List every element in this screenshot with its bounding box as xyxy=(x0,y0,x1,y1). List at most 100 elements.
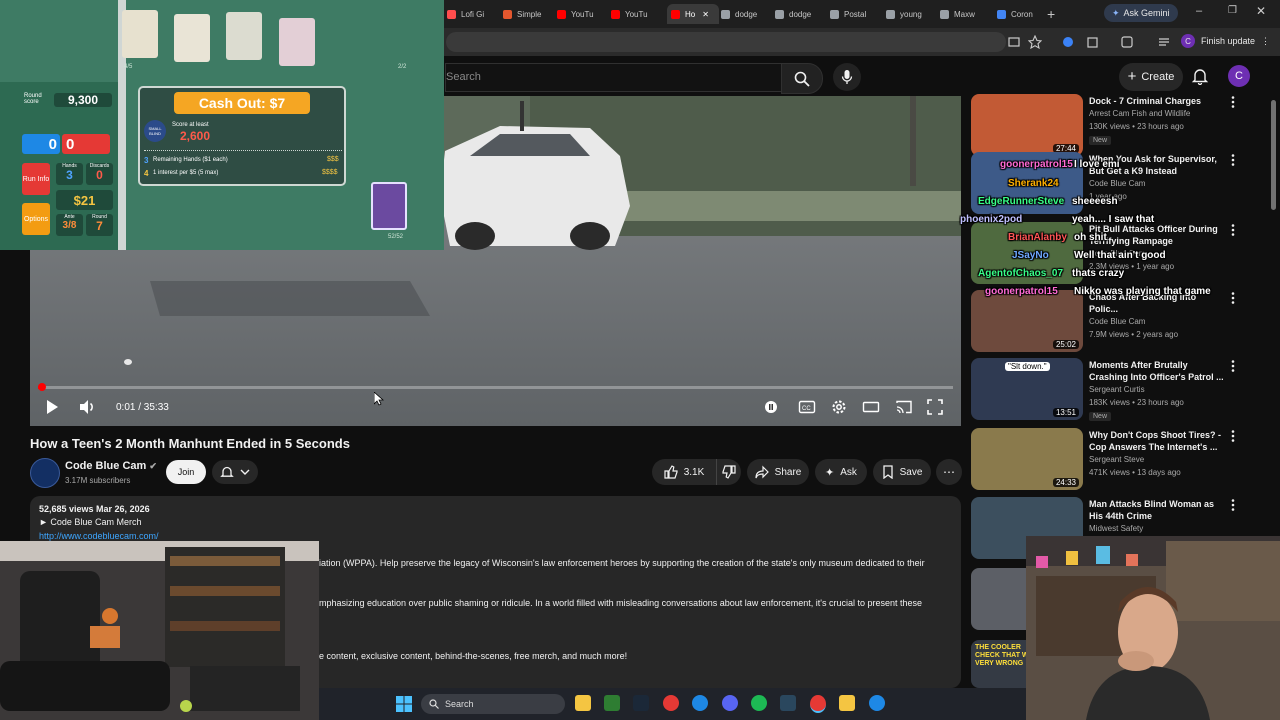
cash-out-button[interactable]: Cash Out: $7 xyxy=(174,92,310,114)
edge-icon[interactable] xyxy=(692,695,708,711)
tab-search-icon[interactable] xyxy=(1120,35,1134,49)
spotify-icon[interactable] xyxy=(751,695,767,711)
browser-tab[interactable]: YouTu xyxy=(557,4,605,24)
more-options-icon[interactable] xyxy=(1230,498,1236,512)
progress-bar[interactable] xyxy=(38,386,953,389)
joker-card[interactable] xyxy=(174,14,210,62)
joker-card[interactable] xyxy=(122,10,158,58)
run-info-button[interactable]: Run Info xyxy=(22,163,50,195)
more-options-icon[interactable] xyxy=(1230,291,1236,305)
related-channel-name[interactable]: Code Blue Cam xyxy=(1089,179,1145,188)
related-channel-name[interactable]: Sergeant Curtis xyxy=(1089,385,1145,394)
steam-icon[interactable] xyxy=(633,695,649,711)
related-video-title[interactable]: Dock - 7 Criminal Charges xyxy=(1089,95,1227,107)
browser-tab[interactable]: Coron xyxy=(997,4,1045,24)
file-explorer-icon[interactable] xyxy=(575,695,591,711)
chrome-active-icon[interactable] xyxy=(810,695,826,713)
joker-card[interactable] xyxy=(279,18,315,66)
search-button[interactable] xyxy=(781,63,823,94)
channel-avatar[interactable] xyxy=(30,458,60,488)
related-thumbnail[interactable]: 25:02 xyxy=(971,290,1083,352)
more-options-icon[interactable] xyxy=(1230,223,1236,237)
bookmark-star-icon[interactable] xyxy=(1028,35,1042,49)
volume-button[interactable] xyxy=(79,399,97,415)
new-tab-button[interactable]: + xyxy=(1047,6,1055,22)
discord-icon[interactable] xyxy=(722,695,738,711)
notifications-button[interactable] xyxy=(1191,67,1209,85)
related-thumbnail[interactable]: 27:44 xyxy=(971,94,1083,156)
join-button[interactable]: Join xyxy=(166,460,206,484)
more-actions-button[interactable]: ⋯ xyxy=(936,459,962,485)
reading-list-icon[interactable] xyxy=(1157,35,1171,49)
create-button[interactable]: + Create xyxy=(1119,63,1183,91)
fullscreen-button[interactable] xyxy=(927,399,943,415)
ask-gemini-button[interactable]: ✦ Ask Gemini xyxy=(1104,4,1178,22)
deck-card[interactable] xyxy=(371,182,407,230)
joker-card[interactable] xyxy=(226,12,262,60)
more-options-icon[interactable] xyxy=(1230,429,1236,443)
finish-update-label[interactable]: Finish update xyxy=(1201,36,1255,46)
related-video-title[interactable]: Moments After Brutally Crashing Into Off… xyxy=(1089,359,1227,383)
progress-scrubber[interactable] xyxy=(38,383,46,391)
save-button[interactable]: Save xyxy=(873,459,931,485)
search-input[interactable]: Search xyxy=(445,63,782,92)
finish-update-area[interactable]: C Finish update ⋮ xyxy=(1180,34,1270,48)
close-tab-icon[interactable]: ✕ xyxy=(702,10,709,19)
browser-tab[interactable]: YouTu xyxy=(611,4,659,24)
voice-search-button[interactable] xyxy=(833,63,861,91)
notes-icon[interactable] xyxy=(839,695,855,711)
more-menu-icon[interactable]: ⋮ xyxy=(1261,36,1270,47)
more-options-icon[interactable] xyxy=(1230,95,1236,109)
puzzle-extensions-icon[interactable] xyxy=(1086,35,1100,49)
taskbar-search[interactable]: Search xyxy=(421,694,565,714)
address-bar[interactable] xyxy=(446,32,1006,52)
start-button[interactable] xyxy=(396,696,412,712)
cast-button[interactable] xyxy=(895,399,913,415)
app-icon[interactable] xyxy=(604,695,620,711)
steam-icon[interactable] xyxy=(780,695,796,711)
related-thumbnail[interactable]: 24:33 xyxy=(971,428,1083,490)
channel-name[interactable]: Code Blue Cam ✔ xyxy=(65,460,157,472)
browser-tab[interactable]: Lofi Gi xyxy=(447,4,495,24)
settings-button[interactable] xyxy=(831,399,847,415)
share-button[interactable]: Share xyxy=(747,459,809,485)
play-button[interactable] xyxy=(44,399,60,415)
browser-tab[interactable]: Simple xyxy=(503,4,551,24)
close-window-icon[interactable]: ✕ xyxy=(1256,4,1266,18)
profile-avatar[interactable]: C xyxy=(1180,34,1195,48)
related-channel-name[interactable]: Sergeant Steve xyxy=(1089,455,1144,464)
browser-tab[interactable]: Ho ✕ xyxy=(667,4,719,24)
related-channel-name[interactable]: Code Blue Cam xyxy=(1089,317,1145,326)
captions-button[interactable]: CC xyxy=(798,399,816,415)
browser-tab[interactable]: dodge xyxy=(721,4,769,24)
browser-tab[interactable]: dodge xyxy=(775,4,823,24)
more-options-icon[interactable] xyxy=(1230,359,1236,373)
install-app-icon[interactable] xyxy=(1007,35,1021,49)
channel-name-text[interactable]: Code Blue Cam xyxy=(65,460,146,472)
related-thumbnail[interactable]: "Slt down." 13:51 xyxy=(971,358,1083,420)
browser-tab[interactable]: young xyxy=(886,4,934,24)
description-link[interactable]: http://www.codebluecam.com/ xyxy=(39,531,159,541)
minimize-window-icon[interactable]: – xyxy=(1196,5,1202,17)
related-video-title[interactable]: Man Attacks Blind Woman as His 44th Crim… xyxy=(1089,498,1227,522)
maximize-window-icon[interactable]: ❐ xyxy=(1228,5,1237,16)
extension-icon[interactable] xyxy=(1061,35,1075,49)
theater-mode-button[interactable] xyxy=(862,399,880,415)
autoplay-toggle[interactable] xyxy=(764,399,778,415)
ask-button[interactable]: ✦ Ask xyxy=(815,459,867,485)
app-icon[interactable] xyxy=(869,695,885,711)
subscribe-notifications-button[interactable] xyxy=(212,460,258,484)
sidebar-scrollbar[interactable] xyxy=(1271,100,1276,210)
dislike-button[interactable] xyxy=(716,459,741,485)
account-avatar[interactable]: C xyxy=(1228,65,1250,87)
related-video-title[interactable]: Why Don't Cops Shoot Tires? - Cop Answer… xyxy=(1089,429,1227,453)
options-button[interactable]: Options xyxy=(22,203,50,235)
browser-tab[interactable]: Postal xyxy=(830,4,878,24)
more-options-icon[interactable] xyxy=(1230,153,1236,167)
chrome-icon[interactable] xyxy=(663,695,679,711)
related-video-title[interactable]: Pit Bull Attacks Officer During Terrifyi… xyxy=(1089,223,1227,247)
related-channel-name[interactable]: Midwest Safety xyxy=(1089,524,1143,533)
browser-tab[interactable]: Maxw xyxy=(940,4,988,24)
like-button[interactable]: 3.1K xyxy=(652,459,716,485)
related-channel-name[interactable]: Arrest Cam Fish and Wildlife xyxy=(1089,109,1190,118)
